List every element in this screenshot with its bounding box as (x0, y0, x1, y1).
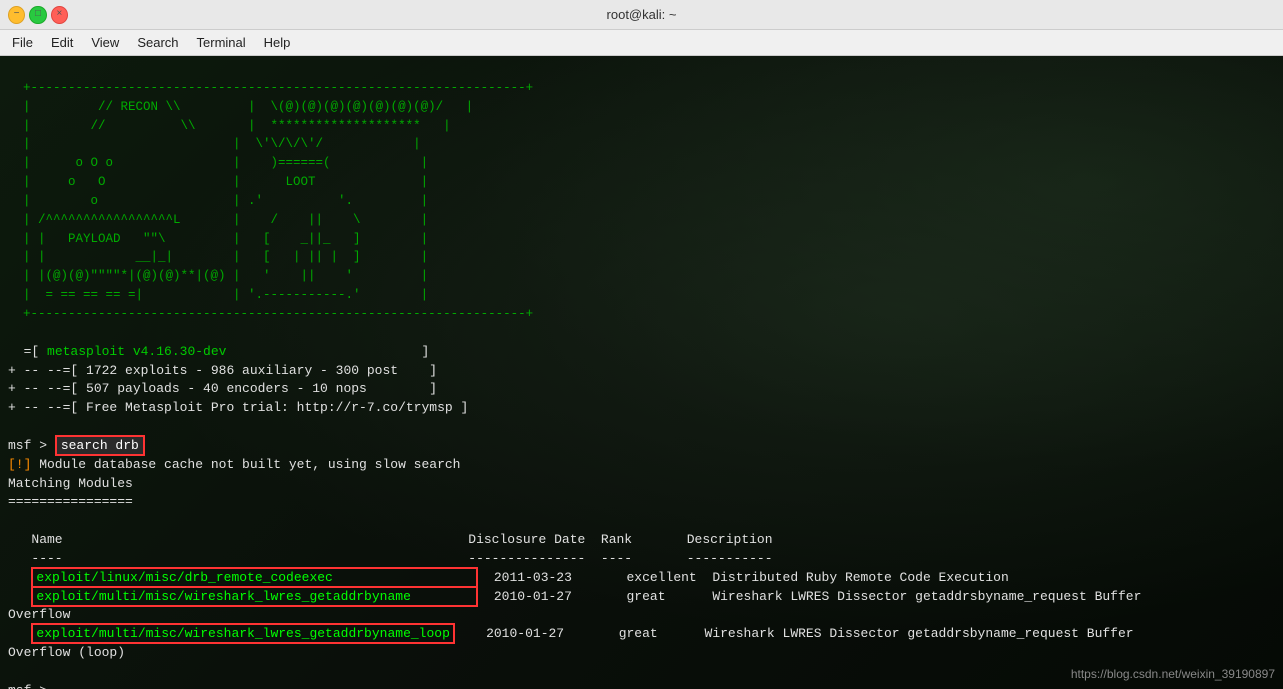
module-rows-box1: exploit/linux/misc/drb_remote_codeexec 2… (8, 567, 1141, 607)
warning-line: [!] Module database cache not built yet,… (8, 457, 460, 472)
menu-edit[interactable]: Edit (43, 33, 81, 52)
table-headers: Name Disclosure Date Rank Description (8, 532, 773, 547)
module-row-2: exploit/multi/misc/wireshark_lwres_getad… (31, 586, 478, 607)
version-text: metasploit v4.16.30-dev (47, 344, 226, 359)
menu-terminal[interactable]: Terminal (189, 33, 254, 52)
minimize-button[interactable]: − (8, 6, 25, 24)
matching-header: Matching Modules (8, 476, 133, 491)
maximize-button[interactable]: □ (29, 6, 46, 24)
terminal-output: +---------------------------------------… (0, 56, 1283, 689)
menu-search[interactable]: Search (129, 33, 186, 52)
final-prompt: msf > (8, 683, 47, 689)
overflow-1: Overflow (8, 607, 70, 622)
menu-view[interactable]: View (83, 33, 127, 52)
window-title: root@kali: ~ (68, 7, 1215, 22)
table-header-sep: ---- --------------- ---- ----------- (8, 551, 773, 566)
watermark: https://blog.csdn.net/weixin_39190897 (1071, 667, 1275, 681)
ascii-art-section: +---------------------------------------… (8, 81, 533, 321)
module-row-1: exploit/linux/misc/drb_remote_codeexec (31, 567, 478, 588)
module-row-3: exploit/multi/misc/wireshark_lwres_getad… (31, 623, 454, 644)
command-prompt-line: msf > search drb (8, 435, 145, 456)
titlebar: − □ × root@kali: ~ (0, 0, 1283, 30)
menu-file[interactable]: File (4, 33, 41, 52)
menubar: File Edit View Search Terminal Help (0, 30, 1283, 56)
menu-help[interactable]: Help (256, 33, 299, 52)
overflow-2: Overflow (loop) (8, 645, 125, 660)
matching-separator: ================ (8, 494, 133, 509)
close-button[interactable]: × (51, 6, 68, 24)
terminal-window[interactable]: +---------------------------------------… (0, 56, 1283, 689)
command-text: search drb (55, 435, 145, 456)
